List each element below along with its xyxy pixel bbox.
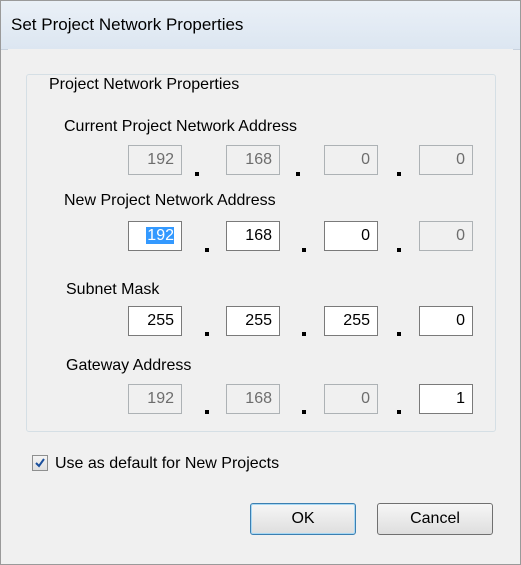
octet-separator	[397, 248, 401, 252]
octet-separator	[302, 410, 306, 414]
new-address-octet-1[interactable]: 192	[128, 221, 182, 251]
octet-separator	[205, 410, 209, 414]
octet-separator	[205, 248, 209, 252]
subnet-mask-octet-4[interactable]: 0	[419, 306, 473, 336]
use-as-default-checkbox[interactable]	[32, 455, 48, 471]
octet-separator	[205, 332, 209, 336]
gateway-address-octet-4[interactable]: 1	[419, 384, 473, 414]
subnet-mask-octet-3[interactable]: 255	[324, 306, 378, 336]
group-legend: Project Network Properties	[46, 76, 243, 94]
new-address-octet-2[interactable]: 168	[226, 221, 280, 251]
cancel-button[interactable]: Cancel	[377, 503, 493, 535]
current-address-octet-4: 0	[419, 145, 473, 175]
current-address-label: Current Project Network Address	[64, 118, 297, 135]
octet-separator	[397, 410, 401, 414]
octet-separator	[302, 248, 306, 252]
current-address-octet-1: 192	[128, 145, 182, 175]
subnet-mask-octet-1[interactable]: 255	[128, 306, 182, 336]
octet-separator	[397, 332, 401, 336]
current-address-octet-2: 168	[226, 145, 280, 175]
current-address-octet-3: 0	[324, 145, 378, 175]
checkmark-icon	[35, 458, 45, 468]
use-as-default-label[interactable]: Use as default for New Projects	[55, 455, 279, 473]
octet-separator	[296, 172, 300, 176]
gateway-address-octet-1: 192	[128, 384, 182, 414]
gateway-address-octet-2: 168	[226, 384, 280, 414]
ok-button[interactable]: OK	[250, 503, 356, 535]
octet-separator	[195, 172, 199, 176]
subnet-mask-label: Subnet Mask	[66, 281, 160, 298]
gateway-address-label: Gateway Address	[66, 357, 192, 374]
new-address-octet-3[interactable]: 0	[324, 221, 378, 251]
new-address-label: New Project Network Address	[64, 192, 276, 209]
window-title: Set Project Network Properties	[11, 15, 244, 34]
title-bar[interactable]: Set Project Network Properties	[1, 1, 520, 50]
octet-separator	[302, 332, 306, 336]
gateway-address-octet-3: 0	[324, 384, 378, 414]
octet-separator	[397, 172, 401, 176]
new-address-octet-4: 0	[419, 221, 473, 251]
subnet-mask-octet-2[interactable]: 255	[226, 306, 280, 336]
